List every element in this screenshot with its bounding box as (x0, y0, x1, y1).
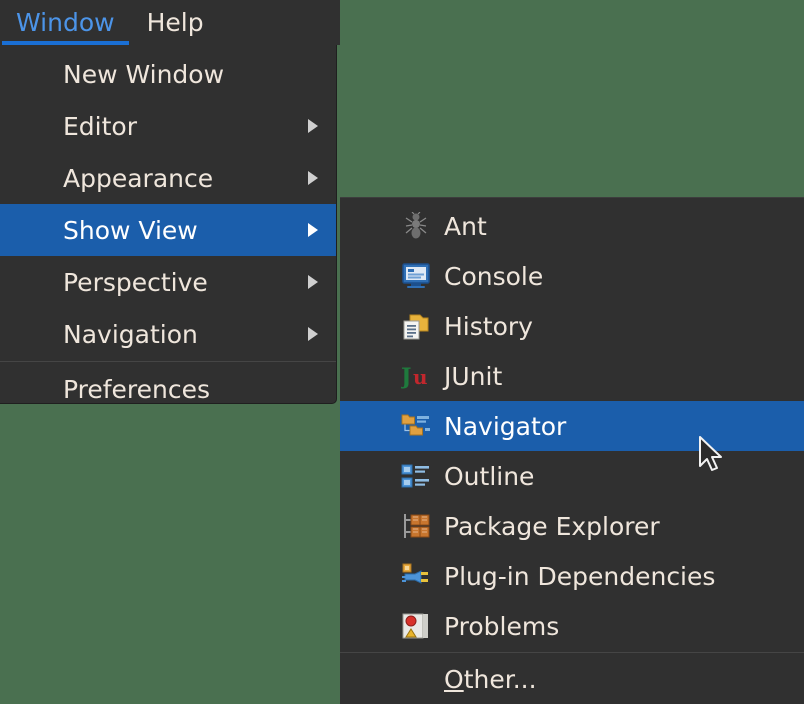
menu-item-editor-label: Editor (63, 111, 137, 141)
show-view-submenu: Ant Console History J u JUnit Navigator … (340, 197, 804, 704)
submenu-item-junit-label: JUnit (444, 361, 503, 391)
submenu-item-other-mnemonic: O (444, 664, 464, 694)
history-icon (400, 310, 432, 342)
menu-item-navigation[interactable]: Navigation (0, 308, 336, 360)
submenu-item-ant[interactable]: Ant (340, 201, 804, 251)
submenu-item-plugin-dependencies-label: Plug-in Dependencies (444, 561, 716, 591)
submenu-item-history-label: History (444, 311, 533, 341)
menu-item-show-view-label: Show View (63, 215, 198, 245)
menu-item-preferences-label: Preferences (63, 374, 211, 404)
chevron-right-icon (308, 119, 318, 133)
window-menu-dropdown: New Window Editor Appearance Show View P… (0, 45, 337, 404)
menu-item-navigation-label: Navigation (63, 319, 198, 349)
navigator-icon (400, 410, 432, 442)
menubar-item-window[interactable]: Window (0, 0, 131, 45)
menu-item-perspective[interactable]: Perspective (0, 256, 336, 308)
chevron-right-icon (308, 171, 318, 185)
svg-text:u: u (413, 365, 428, 389)
submenu-item-ant-label: Ant (444, 211, 487, 241)
plugin-dependencies-icon (400, 560, 432, 592)
menu-item-editor[interactable]: Editor (0, 100, 336, 152)
submenu-separator (340, 652, 804, 653)
submenu-item-other-label: Other... (444, 665, 537, 694)
svg-text:J: J (401, 364, 411, 389)
menu-item-preferences[interactable]: Preferences (0, 363, 336, 415)
junit-icon: J u (400, 360, 432, 392)
menu-bar: Window Help (0, 0, 340, 45)
console-icon (400, 260, 432, 292)
menubar-item-help-label: Help (146, 8, 204, 37)
chevron-right-icon (308, 223, 318, 237)
submenu-item-console-label: Console (444, 261, 544, 291)
submenu-item-problems-label: Problems (444, 611, 560, 641)
package-explorer-icon (400, 510, 432, 542)
menu-item-new-window[interactable]: New Window (0, 48, 336, 100)
submenu-item-junit[interactable]: J u JUnit (340, 351, 804, 401)
submenu-item-other[interactable]: Other... (340, 654, 804, 704)
submenu-item-outline-label: Outline (444, 461, 535, 491)
submenu-item-navigator[interactable]: Navigator (340, 401, 804, 451)
menu-item-appearance[interactable]: Appearance (0, 152, 336, 204)
problems-icon (400, 610, 432, 642)
submenu-item-package-explorer[interactable]: Package Explorer (340, 501, 804, 551)
ant-icon (400, 210, 432, 242)
menu-item-perspective-label: Perspective (63, 267, 208, 297)
submenu-item-plugin-dependencies[interactable]: Plug-in Dependencies (340, 551, 804, 601)
menu-item-new-window-label: New Window (63, 59, 225, 89)
outline-icon (400, 460, 432, 492)
submenu-item-package-explorer-label: Package Explorer (444, 511, 660, 541)
chevron-right-icon (308, 275, 318, 289)
submenu-item-console[interactable]: Console (340, 251, 804, 301)
submenu-item-outline[interactable]: Outline (340, 451, 804, 501)
desktop-background: Window Help New Window Editor Appearance… (0, 0, 804, 704)
submenu-item-problems[interactable]: Problems (340, 601, 804, 651)
chevron-right-icon (308, 327, 318, 341)
menubar-item-help[interactable]: Help (131, 0, 220, 45)
menu-separator (0, 361, 336, 362)
submenu-item-other-rest: ther... (463, 664, 537, 694)
menubar-item-window-label: Window (16, 8, 115, 37)
menu-item-show-view[interactable]: Show View (0, 204, 336, 256)
submenu-item-navigator-label: Navigator (444, 411, 567, 441)
menu-item-appearance-label: Appearance (63, 163, 214, 193)
submenu-item-history[interactable]: History (340, 301, 804, 351)
